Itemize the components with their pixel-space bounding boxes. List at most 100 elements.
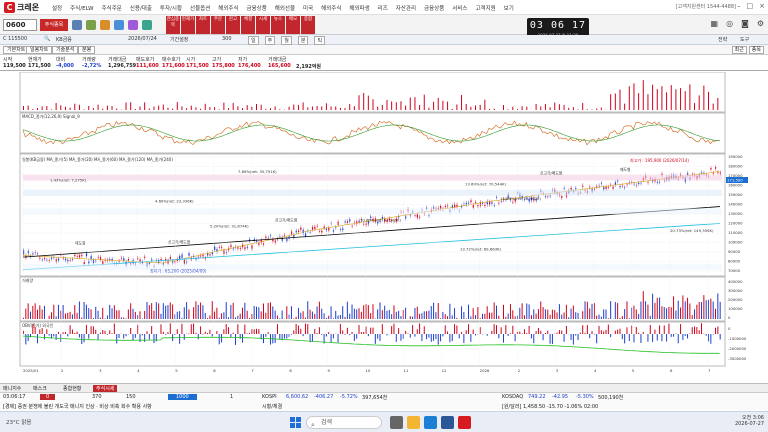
obv-bar <box>78 334 80 338</box>
creon-taskbar-icon[interactable] <box>458 416 471 429</box>
order-icon[interactable] <box>100 20 110 30</box>
balance-icon[interactable] <box>114 20 124 30</box>
top-bar <box>139 106 141 110</box>
menu-item-17[interactable]: 보기 <box>504 4 514 12</box>
menu-item-4[interactable]: 투자/시황 <box>160 4 182 12</box>
grid-icon[interactable]: ▦ <box>711 19 719 28</box>
edge-icon[interactable] <box>424 416 437 429</box>
windows-start-icon[interactable] <box>290 417 301 428</box>
menu-item-12[interactable]: 리즈 <box>378 4 388 12</box>
menu-item-2[interactable]: 주식주문 <box>102 4 122 12</box>
period-button-2[interactable]: 월 <box>281 36 292 45</box>
obv-bar <box>626 327 628 334</box>
day-count-input[interactable]: 300 <box>222 36 232 42</box>
obv-bar <box>274 334 276 343</box>
menu-item-13[interactable]: 자산관리 <box>396 4 416 12</box>
account-select[interactable]: 주식종목 <box>40 19 68 31</box>
quick-button-9[interactable]: 종합 <box>301 16 315 34</box>
top-bar <box>181 106 183 110</box>
bottom-tab-2[interactable]: 종합현황 <box>63 385 81 392</box>
maximize-icon[interactable]: □ <box>747 2 754 10</box>
menu-item-16[interactable]: 고객지원 <box>475 4 495 12</box>
quick-button-0[interactable]: 관심종목 <box>166 16 180 34</box>
menu-item-8[interactable]: 해외선물 <box>275 4 295 12</box>
obv-bar <box>586 325 588 334</box>
menu-item-6[interactable]: 해외주식 <box>218 4 238 12</box>
taskbar-search-input[interactable]: ⌕ 검색 <box>306 416 382 429</box>
news-icon[interactable] <box>128 20 138 30</box>
account-input[interactable]: 0600 <box>3 19 37 31</box>
volume-bar <box>104 318 106 319</box>
menu-item-14[interactable]: 금융상품 <box>424 4 444 12</box>
quick-button-6[interactable]: 시세 <box>256 16 270 34</box>
quote-header-5: 매도호가 <box>136 57 155 63</box>
price-axis-tick: 90000 <box>728 249 741 254</box>
tab-minute[interactable]: 분봉 <box>78 46 96 54</box>
close-icon[interactable]: × <box>759 2 765 10</box>
obv-bar <box>512 325 514 334</box>
weather-widget[interactable]: 23°C 맑음 <box>6 418 31 426</box>
quick-button-1[interactable]: 현재가 <box>181 16 195 34</box>
obv-bar <box>423 326 425 334</box>
period-button-0[interactable]: 일 <box>248 36 259 45</box>
obv-bar <box>258 329 260 334</box>
period-button-1[interactable]: 주 <box>264 36 276 45</box>
volume-bar <box>614 302 616 319</box>
candle-body <box>465 202 467 205</box>
price-axis-tick: 150000 <box>728 192 743 197</box>
obv-bar <box>267 332 269 334</box>
menu-item-11[interactable]: 해외파생 <box>349 4 369 12</box>
stock-chart[interactable]: 매도형 신고가/매도형 매도형 신고가/매도형 신고가/매도형 1.43%(ret: 7,… <box>0 71 768 375</box>
bottom-tab-1[interactable]: 매스크 <box>33 385 47 392</box>
menu-item-15[interactable]: 서비스 <box>452 4 467 12</box>
store-icon[interactable] <box>441 416 454 429</box>
bottom-tab-3[interactable]: 주식시세 <box>93 385 118 392</box>
user-icon[interactable]: ◎ <box>726 19 733 28</box>
quick-button-2[interactable]: 차트 <box>196 16 210 34</box>
price-axis-tick: 190000 <box>728 154 743 159</box>
quick-button-5[interactable]: 체결 <box>241 16 255 34</box>
menu-item-1[interactable]: 주식/ELW <box>70 4 93 12</box>
stock-code-input[interactable]: C 115500 <box>3 36 27 42</box>
recent-button[interactable]: 최근 <box>731 46 747 54</box>
menu-item-0[interactable]: 설정 <box>52 4 62 12</box>
obv-bar <box>386 334 388 336</box>
period-setting[interactable]: 기간설정 <box>170 36 188 43</box>
bottom-tab-0[interactable]: 매니지수 <box>3 385 21 392</box>
obv-bar <box>442 334 444 337</box>
base-date-input[interactable]: 2026/07/24 <box>128 36 157 42</box>
settings-icon[interactable] <box>142 20 152 30</box>
top-bar <box>698 95 700 110</box>
volume-bar <box>507 313 509 319</box>
gear-icon[interactable]: ⚙ <box>757 19 764 28</box>
quick-button-4[interactable]: 잔고 <box>226 16 240 34</box>
news-line[interactable]: [경제] 증권 분쟁에 불린 개도국 매니지 인상 · 비상 비축 회수 확용 … <box>3 403 152 410</box>
favorite-icon[interactable] <box>72 20 82 30</box>
top-bar <box>153 106 155 110</box>
quick-button-8[interactable]: 메모 <box>286 16 300 34</box>
volume-bar <box>638 313 640 319</box>
quick-button-7[interactable]: 뉴스 <box>271 16 285 34</box>
tab-daily-chart[interactable]: 일봉차트 <box>26 46 53 54</box>
menu-item-9[interactable]: 미국 <box>303 4 313 12</box>
file-explorer-icon[interactable] <box>407 416 420 429</box>
menu-item-7[interactable]: 금융상품 <box>247 4 267 12</box>
strategy-button[interactable]: 전략 <box>718 36 727 43</box>
stock-button[interactable]: 종목 <box>748 46 764 54</box>
top-bar <box>642 80 644 110</box>
obv-bar <box>99 332 101 334</box>
task-view-icon[interactable] <box>390 416 403 429</box>
camera-icon[interactable]: ◙ <box>741 19 749 28</box>
period-button-4[interactable]: 틱 <box>314 36 326 45</box>
menu-item-3[interactable]: 신용/대출 <box>130 4 152 12</box>
tab-tech-analysis[interactable]: 기술분석 <box>52 46 79 54</box>
menu-item-5[interactable]: 선물옵션 <box>190 4 210 12</box>
tools-button[interactable]: 도구 <box>740 36 749 43</box>
chart-icon[interactable] <box>86 20 96 30</box>
search-icon[interactable]: 🔍 <box>44 36 50 42</box>
quick-button-3[interactable]: 주문 <box>211 16 225 34</box>
chart-canvas[interactable]: 매도형신고가/매도형매도형신고가/매도형신고가/매도형1.43%(ret: 7,… <box>0 71 768 375</box>
period-button-3[interactable]: 분 <box>297 36 309 45</box>
minimize-icon[interactable]: – <box>737 2 741 10</box>
menu-item-10[interactable]: 해외주식 <box>321 4 341 12</box>
